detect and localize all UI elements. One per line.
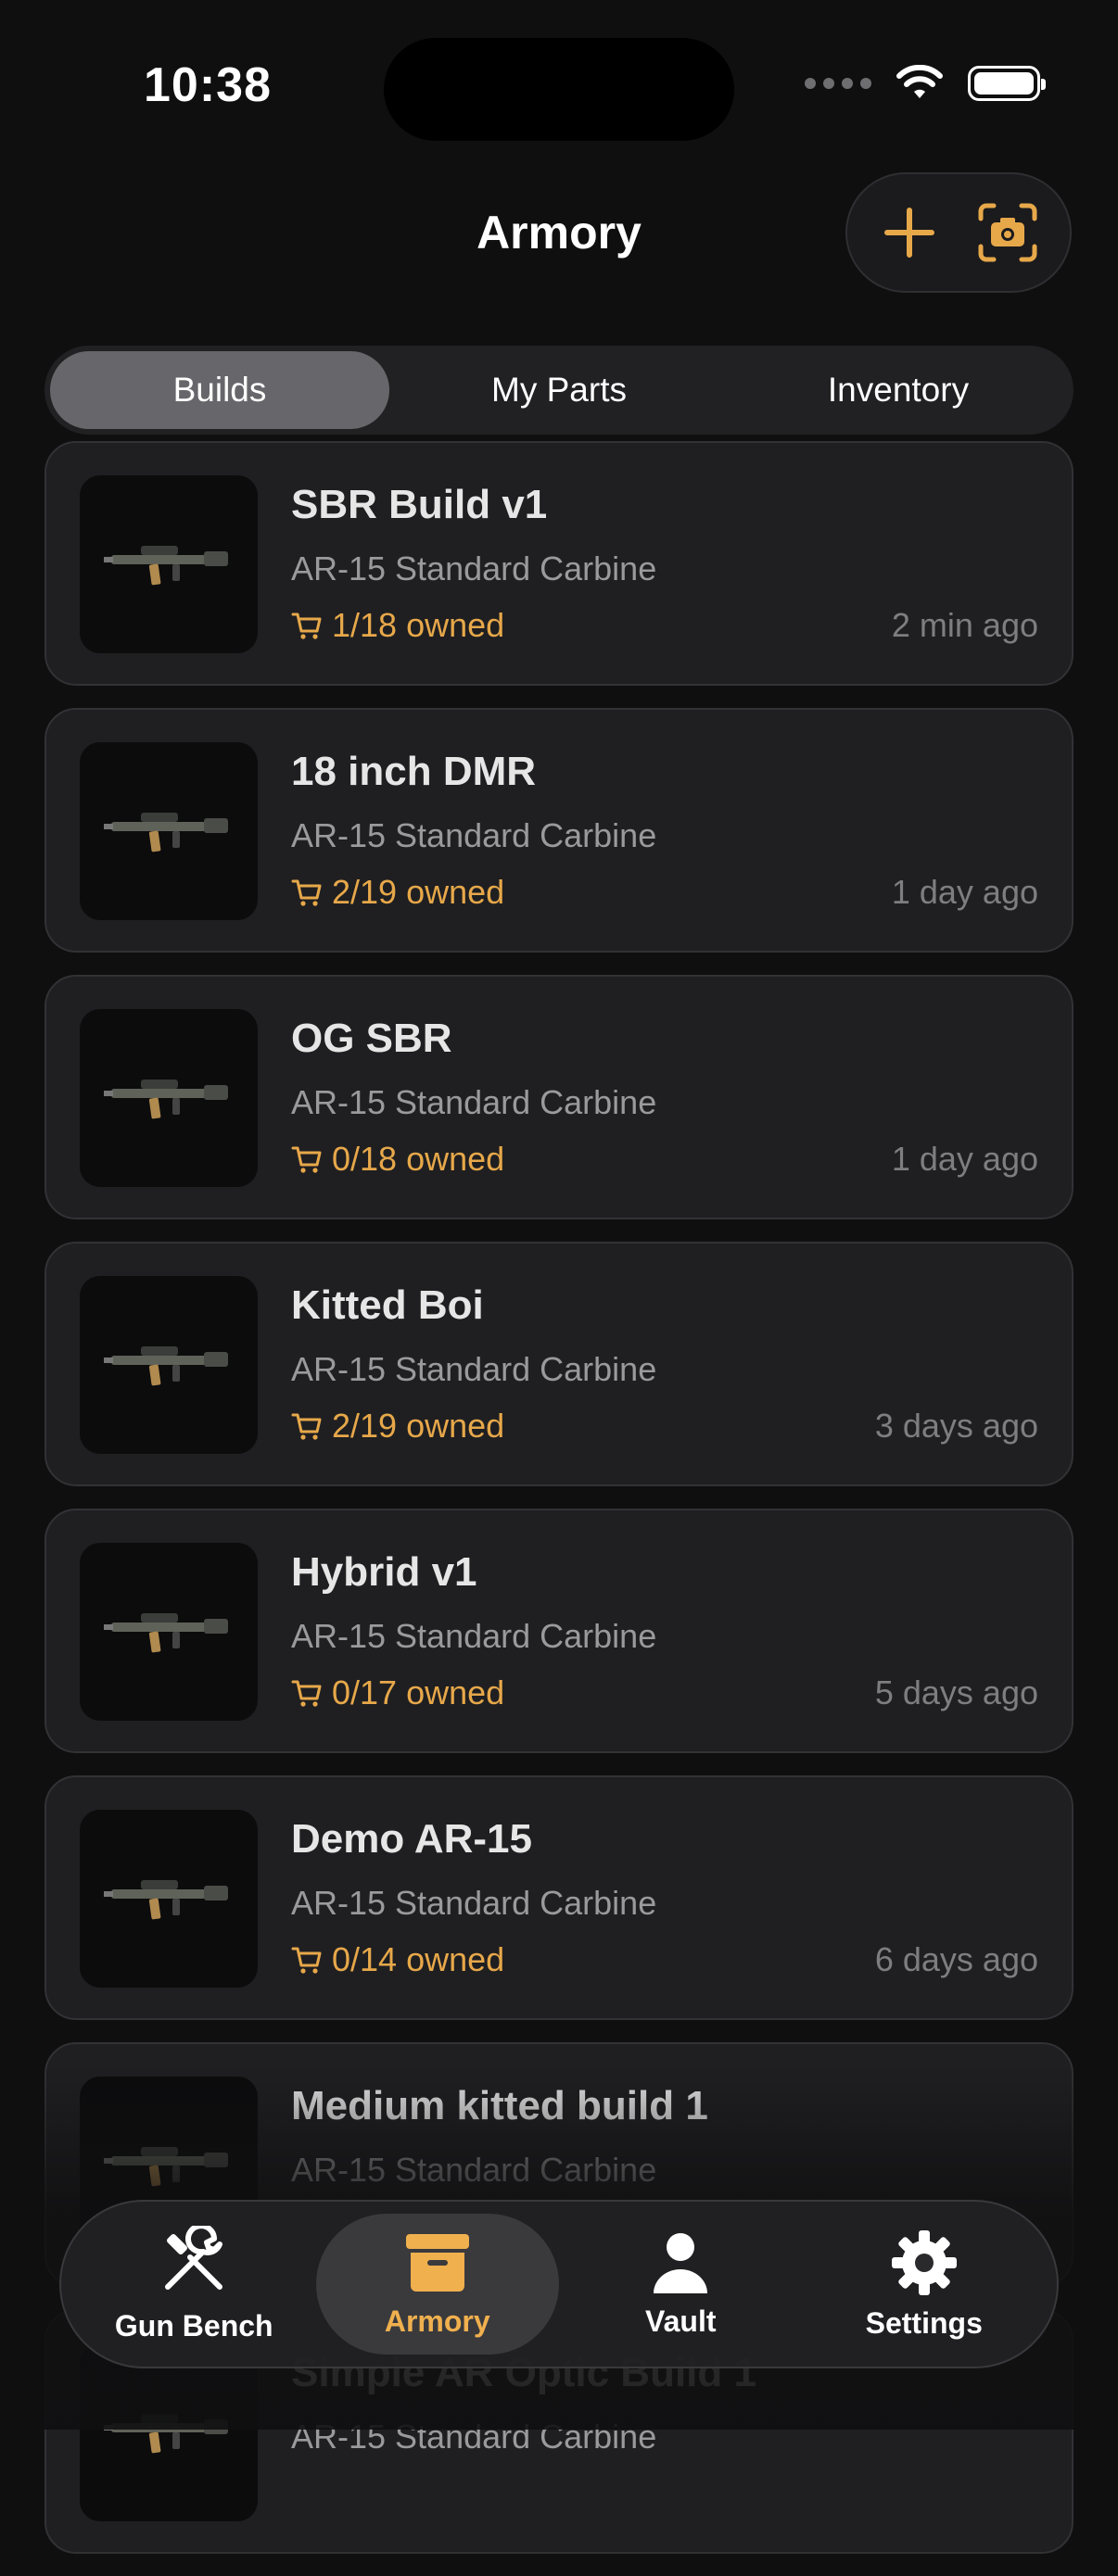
owned-text: 0/17 owned	[332, 1673, 505, 1711]
cart-icon	[291, 1947, 322, 1974]
owned-text: 2/19 owned	[332, 873, 505, 911]
owned-count: 0/18 owned	[291, 1140, 504, 1179]
archive-box-icon	[405, 2233, 469, 2292]
tab-label: Vault	[645, 2304, 717, 2338]
owned-count: 0/17 owned	[291, 1673, 504, 1712]
owned-count: 1/18 owned	[291, 606, 504, 645]
owned-count: 2/19 owned	[291, 873, 504, 912]
build-thumbnail	[80, 475, 258, 653]
build-card[interactable]: Hybrid v1 AR-15 Standard Carbine 0/17 ow…	[44, 1509, 1074, 1753]
owned-count: 0/14 owned	[291, 1940, 504, 1979]
build-platform: AR-15 Standard Carbine	[291, 1617, 657, 1655]
build-platform: AR-15 Standard Carbine	[291, 1350, 657, 1388]
build-thumbnail	[80, 1276, 258, 1454]
tab-armory[interactable]: Armory	[315, 2214, 559, 2355]
build-thumbnail	[80, 742, 258, 920]
tab-label: Settings	[865, 2305, 983, 2340]
segment-my-parts[interactable]: My Parts	[389, 351, 729, 429]
status-indicators	[805, 65, 1046, 102]
view-segmented-control: Builds My Parts Inventory	[44, 346, 1074, 435]
tab-gun-bench[interactable]: Gun Bench	[72, 2214, 316, 2355]
owned-text: 0/14 owned	[332, 1940, 505, 1978]
gear-icon	[891, 2229, 957, 2295]
build-card[interactable]: SBR Build v1 AR-15 Standard Carbine 1/18…	[44, 441, 1074, 686]
cart-icon	[291, 879, 322, 906]
build-platform: AR-15 Standard Carbine	[291, 549, 657, 587]
scan-camera-button[interactable]	[966, 191, 1049, 274]
segment-builds[interactable]: Builds	[50, 351, 389, 429]
rifle-image	[104, 813, 228, 852]
cart-icon	[291, 612, 322, 639]
build-platform: AR-15 Standard Carbine	[291, 1083, 657, 1121]
rifle-image	[104, 546, 228, 586]
build-thumbnail	[80, 1810, 258, 1988]
add-build-button[interactable]	[868, 191, 951, 274]
build-card[interactable]: 18 inch DMR AR-15 Standard Carbine 2/19 …	[44, 708, 1074, 953]
cart-icon	[291, 1413, 322, 1440]
build-card[interactable]: Kitted Boi AR-15 Standard Carbine 2/19 o…	[44, 1242, 1074, 1486]
build-platform: AR-15 Standard Carbine	[291, 1884, 657, 1922]
tab-settings[interactable]: Settings	[803, 2214, 1047, 2355]
person-icon	[654, 2232, 708, 2293]
owned-text: 2/19 owned	[332, 1407, 505, 1445]
build-title: Kitted Boi	[291, 1282, 484, 1328]
signal-dots-icon	[805, 78, 871, 89]
owned-text: 1/18 owned	[332, 606, 505, 644]
build-updated-time: 1 day ago	[891, 1140, 1038, 1178]
build-card[interactable]: OG SBR AR-15 Standard Carbine 0/18 owned…	[44, 975, 1074, 1219]
build-updated-time: 2 min ago	[891, 606, 1038, 644]
build-thumbnail	[80, 1543, 258, 1721]
tab-label: Gun Bench	[114, 2308, 273, 2342]
wrench-screwdriver-icon	[165, 2225, 223, 2290]
segment-inventory[interactable]: Inventory	[729, 351, 1068, 429]
tab-bar: Gun Bench Armory Vault Settings	[59, 2200, 1059, 2368]
build-card[interactable]: Demo AR-15 AR-15 Standard Carbine 0/14 o…	[44, 1775, 1074, 2020]
build-updated-time: 5 days ago	[874, 1673, 1038, 1711]
build-platform: AR-15 Standard Carbine	[291, 816, 657, 854]
rifle-image	[104, 1880, 228, 1920]
build-title: OG SBR	[291, 1016, 452, 1061]
camera-scan-icon	[978, 203, 1037, 262]
tab-label: Armory	[384, 2304, 490, 2338]
build-title: 18 inch DMR	[291, 749, 537, 794]
build-title: SBR Build v1	[291, 482, 548, 527]
cart-icon	[291, 1680, 322, 1707]
owned-count: 2/19 owned	[291, 1407, 504, 1446]
build-thumbnail	[80, 1009, 258, 1187]
rifle-image	[104, 1346, 228, 1386]
build-updated-time: 3 days ago	[874, 1407, 1038, 1445]
rifle-image	[104, 1080, 228, 1119]
owned-text: 0/18 owned	[332, 1140, 505, 1178]
build-updated-time: 1 day ago	[891, 873, 1038, 911]
tab-vault[interactable]: Vault	[559, 2214, 803, 2355]
dynamic-island	[384, 38, 734, 141]
build-updated-time: 6 days ago	[874, 1940, 1038, 1978]
cart-icon	[291, 1146, 322, 1173]
wifi-icon	[896, 65, 943, 98]
rifle-image	[104, 1613, 228, 1653]
header-actions	[845, 172, 1072, 293]
build-title: Hybrid v1	[291, 1549, 477, 1595]
battery-icon	[968, 66, 1046, 101]
status-time: 10:38	[144, 58, 272, 112]
plus-icon	[884, 208, 934, 258]
build-title: Demo AR-15	[291, 1816, 532, 1862]
